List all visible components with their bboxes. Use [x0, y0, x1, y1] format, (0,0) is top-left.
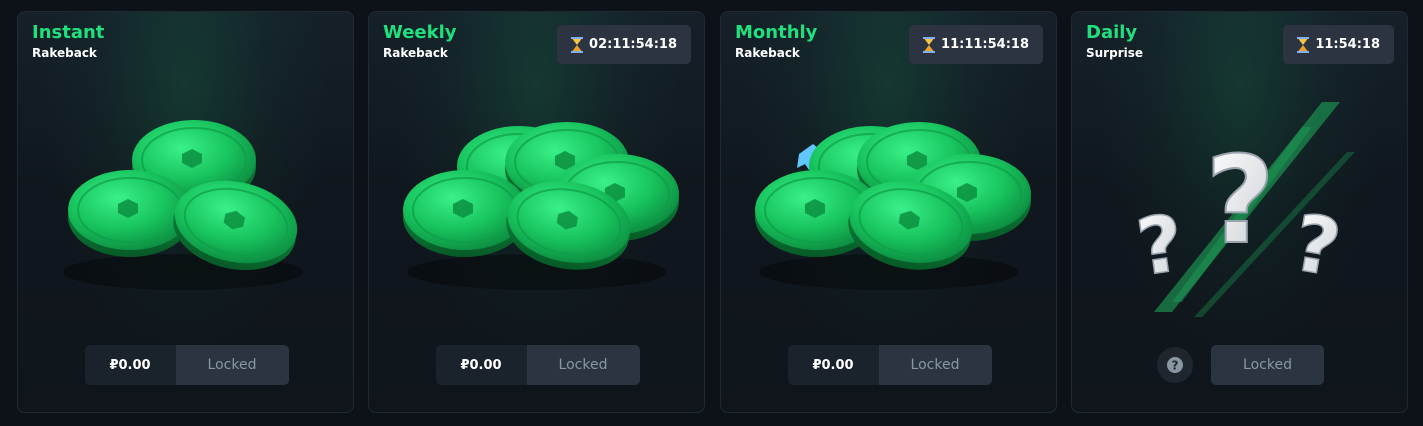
card-subtitle: Surprise: [1086, 46, 1144, 60]
card-title: Daily: [1086, 22, 1138, 43]
card-subtitle: Rakeback: [383, 46, 448, 60]
countdown-timer: 11:11:54:18: [909, 25, 1043, 64]
coins-illustration: [63, 119, 306, 290]
rakeback-amount: ₽0.00: [84, 345, 176, 385]
card-subtitle: Rakeback: [735, 46, 800, 60]
card-title: Instant: [32, 22, 105, 43]
timer-text: 02:11:54:18: [589, 37, 677, 52]
timer-text: 11:11:54:18: [941, 37, 1029, 52]
coins-illustration: [402, 121, 680, 290]
claim-button[interactable]: Locked: [175, 345, 289, 385]
rakeback-amount: ₽0.00: [435, 345, 527, 385]
card-title: Weekly: [383, 22, 457, 43]
daily-surprise-card: Daily Surprise 11:54:18 ? ? ? ? Locked: [1071, 11, 1408, 413]
countdown-timer: 02:11:54:18: [557, 25, 691, 64]
countdown-timer: 11:54:18: [1283, 25, 1394, 64]
timer-text: 11:54:18: [1315, 37, 1380, 52]
monthly-rakeback-card: Monthly Rakeback 11:11:54:18 ₽0.00 Locke…: [720, 11, 1057, 413]
card-subtitle: Rakeback: [32, 46, 97, 60]
claim-button[interactable]: Locked: [878, 345, 992, 385]
svg-text:?: ?: [1132, 199, 1189, 294]
question-marks-illustration: ? ? ?: [1131, 102, 1355, 317]
hourglass-icon: [571, 36, 584, 53]
help-icon[interactable]: ?: [1157, 347, 1193, 383]
claim-button[interactable]: Locked: [1211, 345, 1324, 385]
svg-text:?: ?: [1205, 132, 1275, 271]
coins-illustration: [754, 121, 1032, 290]
hourglass-icon: [923, 36, 936, 53]
svg-text:?: ?: [1172, 359, 1179, 373]
instant-rakeback-card: Instant Rakeback ₽0.00 Locked: [17, 11, 354, 413]
claim-button[interactable]: Locked: [526, 345, 640, 385]
weekly-rakeback-card: Weekly Rakeback 02:11:54:18 ₽0.00 Locked: [368, 11, 705, 413]
rakeback-amount: ₽0.00: [787, 345, 879, 385]
hourglass-icon: [1297, 36, 1310, 53]
card-title: Monthly: [735, 22, 818, 43]
